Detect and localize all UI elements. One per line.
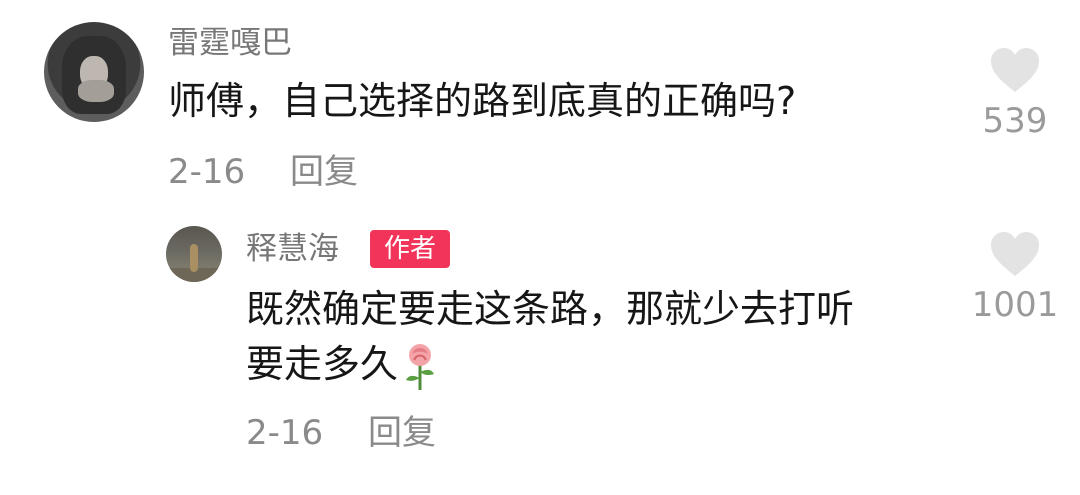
heart-icon [991,232,1039,276]
reply-text-line-1: 既然确定要走这条路，那就少去打听 [246,287,855,331]
comment-text: 师傅，自己选择的路到底真的正确吗? [168,79,797,123]
replier-avatar[interactable] [166,226,222,282]
avatar-figure-shape [190,244,198,272]
commenter-username[interactable]: 雷霆嘎巴 [168,28,292,59]
reply-like-count: 1001 [971,285,1059,325]
comment-like-button[interactable]: 539 [980,48,1050,138]
comment-reply-button[interactable]: 回复 [290,155,358,189]
reply-date: 2-16 [246,413,324,453]
heart-icon [991,48,1039,92]
reply-reply-button[interactable]: 回复 [368,416,436,450]
author-badge: 作者 [370,230,450,268]
avatar-hand-shape [78,80,114,102]
replier-username[interactable]: 释慧海 [246,234,339,265]
reply-text-line-2: 要走多久 [246,337,438,392]
reply-text-line-2-text: 要走多久 [246,342,399,386]
comment-like-count: 539 [982,101,1048,141]
commenter-avatar[interactable] [44,22,144,122]
rose-icon [406,343,435,390]
reply-like-button[interactable]: 1001 [968,232,1062,322]
comment-date: 2-16 [168,152,246,192]
